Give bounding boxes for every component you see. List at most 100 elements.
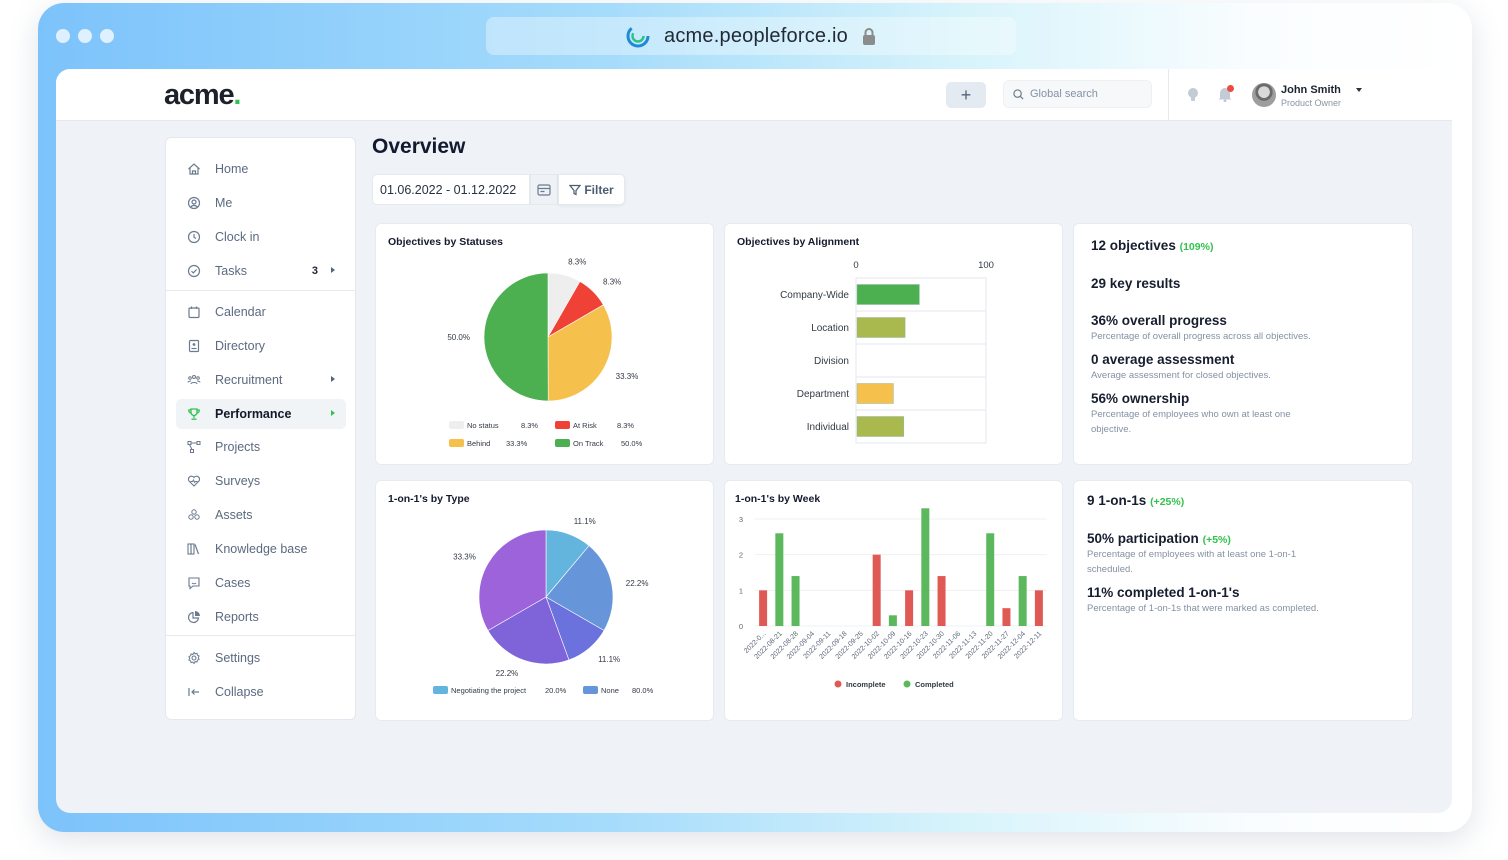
sidebar-item-me[interactable]: Me: [176, 188, 346, 218]
window-controls: [56, 29, 114, 43]
home-icon: [188, 163, 200, 175]
bar-completed: [921, 508, 930, 626]
company-logo[interactable]: acme.: [164, 79, 241, 112]
one-on-ones-week-bar-chart: 01232022-0...2022-08-212022-08-282022-09…: [739, 508, 1047, 689]
date-picker-button[interactable]: [530, 174, 558, 205]
user-role: Product Owner: [1281, 98, 1342, 108]
completed-stat: 11% completed 1-on-1's Percentage of 1-o…: [1087, 585, 1377, 617]
y-category-label: Location: [811, 323, 849, 334]
window-dot-maximize[interactable]: [100, 29, 114, 43]
pie-data-label: 11.1%: [574, 517, 596, 526]
sidebar-item-directory[interactable]: Directory: [176, 331, 346, 361]
bar-completed: [791, 576, 800, 626]
avatar[interactable]: [1252, 83, 1276, 107]
sidebar-item-knowledge-base[interactable]: Knowledge base: [176, 534, 346, 564]
stat-description: Percentage of employees with at least on…: [1087, 549, 1297, 575]
legend-label: On Track: [573, 439, 604, 448]
sidebar-item-assets[interactable]: Assets: [176, 500, 346, 530]
people-group-icon: [187, 375, 201, 385]
notifications-button[interactable]: [1218, 85, 1234, 107]
legend-label: At Risk: [573, 421, 597, 430]
stat-label: 1-on-1s: [1098, 493, 1147, 508]
sidebar-item-home[interactable]: Home: [176, 154, 346, 184]
url-text: acme.peopleforce.io: [664, 24, 848, 47]
stat-delta: (+5%): [1202, 534, 1231, 546]
address-bar[interactable]: acme.peopleforce.io: [486, 17, 1016, 55]
sidebar-divider: [166, 290, 355, 291]
date-range-input[interactable]: 01.06.2022 - 01.12.2022: [372, 174, 530, 205]
stat-value: 56%: [1091, 391, 1119, 406]
calendar-icon: [188, 306, 200, 319]
one-on-ones-by-type-card: 1-on-1's by Type 11.1% 22.2% 11.1% 22.2% 33.…: [375, 480, 714, 721]
chevron-right-icon: [331, 410, 335, 416]
lightbulb-icon[interactable]: [1187, 87, 1199, 103]
y-category-label: Division: [814, 356, 849, 367]
y-tick-label: 0: [739, 622, 743, 631]
bar-incomplete: [759, 590, 768, 626]
pie-data-label: 33.3%: [453, 553, 476, 562]
bar-incomplete: [905, 590, 914, 626]
legend-swatch: [555, 439, 570, 447]
stat-delta: (+25%): [1150, 496, 1185, 508]
window-dot-close[interactable]: [56, 29, 70, 43]
legend-swatch: [449, 439, 464, 447]
sidebar-item-projects[interactable]: Projects: [176, 432, 346, 462]
stat-label: overall progress: [1121, 313, 1227, 328]
stat-delta: (109%): [1179, 241, 1214, 253]
sidebar-item-performance[interactable]: Performance: [176, 399, 346, 429]
sidebar-item-label: Assets: [215, 508, 253, 522]
legend-swatch: [433, 686, 448, 694]
one-on-ones-summary-card: 9 1-on-1s (+25%) 50% participation (+5%)…: [1073, 480, 1413, 721]
objectives-summary-card: 12 objectives (109%) 29 key results 36% …: [1073, 223, 1413, 465]
sidebar-item-label: Surveys: [215, 474, 261, 488]
sidebar-item-label: Cases: [215, 576, 251, 590]
filter-button[interactable]: Filter: [558, 174, 625, 205]
global-search[interactable]: [1003, 80, 1152, 108]
trophy-icon: [188, 408, 200, 420]
sidebar-item-label: Calendar: [215, 305, 266, 319]
y-tick-label: 1: [739, 586, 743, 595]
logo-dot: .: [233, 79, 241, 111]
lock-icon: [862, 28, 875, 45]
collapse-sidebar-button[interactable]: Collapse: [176, 677, 346, 707]
window-dot-minimize[interactable]: [78, 29, 92, 43]
one-on-ones-type-pie-chart: 11.1% 22.2% 11.1% 22.2% 33.3% Negotiating the…: [433, 517, 654, 695]
user-circle-icon: [187, 196, 201, 210]
sidebar-item-clock-in[interactable]: Clock in: [176, 222, 346, 252]
sidebar-item-label: Knowledge base: [215, 542, 308, 556]
sidebar-item-label: Me: [215, 196, 233, 210]
calendar-icon: [537, 183, 551, 196]
sidebar-item-label: Settings: [215, 651, 261, 665]
objectives-alignment-bar-chart: 0 100 Company-Wide Location Division Departme…: [780, 260, 994, 444]
sidebar-item-calendar[interactable]: Calendar: [176, 297, 346, 327]
sidebar-item-reports[interactable]: Reports: [176, 602, 346, 632]
chevron-down-icon[interactable]: [1356, 88, 1362, 92]
header-divider: [1168, 69, 1169, 121]
legend-marker: [834, 680, 842, 688]
objectives-by-statuses-card: Objectives by Statuses 8.3% 8.3% 33.3% 50.0…: [375, 223, 714, 465]
user-name[interactable]: John Smith: [1281, 84, 1341, 96]
sidebar-item-settings[interactable]: Settings: [176, 643, 346, 673]
stat-description: Percentage of 1-on-1s that were marked a…: [1087, 603, 1319, 614]
project-nodes-icon: [187, 441, 201, 453]
overall-progress-stat: 36% overall progress Percentage of overa…: [1091, 313, 1331, 345]
sidebar-item-recruitment[interactable]: Recruitment: [176, 365, 346, 395]
sidebar-divider: [166, 635, 355, 636]
participation-stat: 50% participation (+5%) Percentage of em…: [1087, 531, 1327, 577]
books-icon: [187, 543, 200, 555]
pie-data-label: 8.3%: [603, 278, 621, 287]
global-search-input[interactable]: [1030, 88, 1140, 100]
add-button[interactable]: +: [946, 82, 986, 108]
bar: [856, 284, 920, 305]
bar-completed: [1018, 576, 1027, 626]
boxes-icon: [188, 509, 200, 520]
sidebar-item-label: Tasks: [215, 264, 247, 278]
bar-completed: [986, 533, 995, 626]
pie-data-label: 8.3%: [568, 258, 586, 267]
sidebar-item-cases[interactable]: Cases: [176, 568, 346, 598]
sidebar-item-tasks[interactable]: Tasks 3: [176, 256, 346, 286]
sidebar-item-label: Clock in: [215, 230, 260, 244]
legend-label: Incomplete: [846, 680, 886, 689]
stat-description: Percentage of employees who own at least…: [1091, 409, 1291, 435]
sidebar-item-surveys[interactable]: Surveys: [176, 466, 346, 496]
